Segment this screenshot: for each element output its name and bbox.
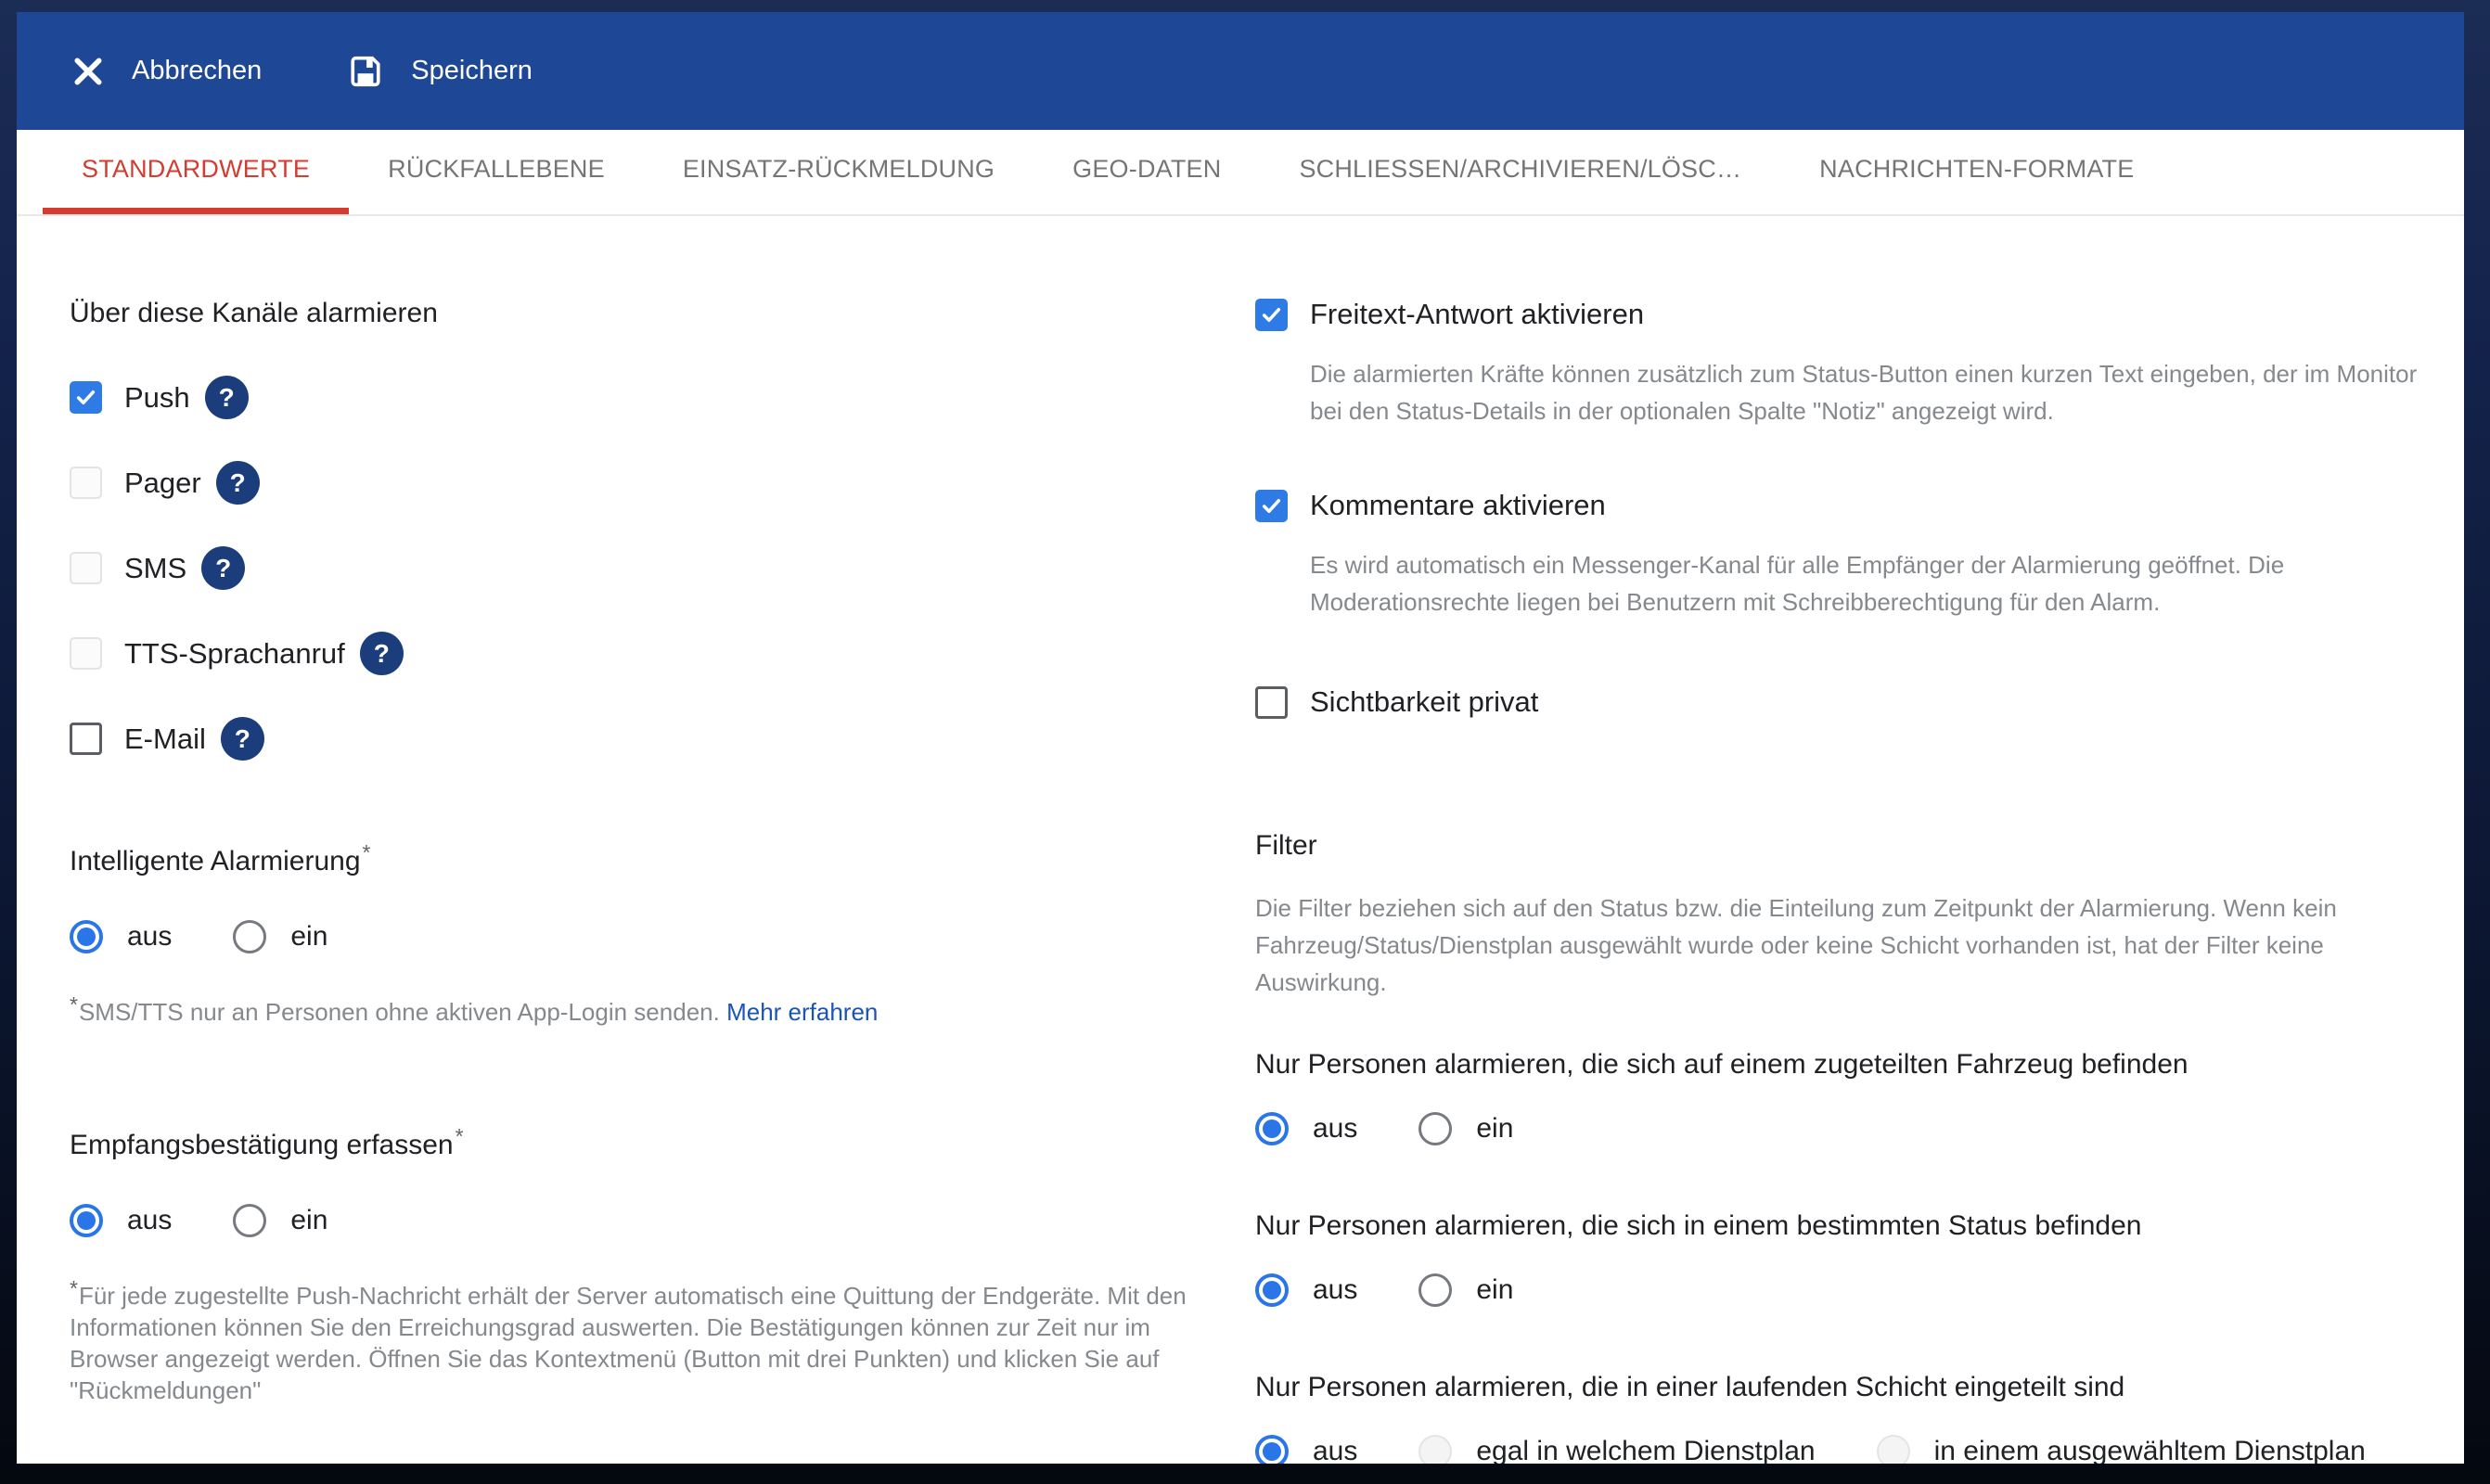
tab-einsatz-rueckmeldung[interactable]: EINSATZ-RÜCKMELDUNG <box>644 130 1033 214</box>
freitext-description: Die alarmierten Kräfte können zusätzlich… <box>1310 355 2422 429</box>
close-icon <box>70 53 107 90</box>
filter-shift-aus-label[interactable]: aus <box>1313 1436 1357 1464</box>
filter-status-radio-group: aus ein <box>1255 1273 2422 1307</box>
filter-heading: Filter <box>1255 830 2422 862</box>
filter-shift-selected-plan-radio[interactable] <box>1877 1435 1910 1464</box>
tab-nachrichten-formate[interactable]: NACHRICHTEN-FORMATE <box>1780 130 2173 214</box>
filter-shift-any-plan-radio[interactable] <box>1418 1435 1452 1464</box>
push-help-icon[interactable]: ? <box>205 376 249 419</box>
receipt-footnote: *Für jede zugestellte Push-Nachricht erh… <box>70 1280 1187 1406</box>
receipt-heading-text: Empfangsbestätigung erfassen <box>70 1130 454 1160</box>
freitext-checkbox[interactable] <box>1255 299 1288 331</box>
filter-vehicle-aus-radio[interactable] <box>1255 1112 1289 1145</box>
cancel-button-label: Abbrechen <box>132 56 262 86</box>
comments-row: Kommentare aktivieren <box>1255 489 2422 522</box>
intelligent-footnote-text: SMS/TTS nur an Personen ohne aktiven App… <box>79 998 720 1026</box>
visibility-row: Sichtbarkeit privat <box>1255 685 2422 719</box>
receipt-heading: Empfangsbestätigung erfassen* <box>70 1130 1255 1161</box>
comments-checkbox[interactable] <box>1255 490 1288 522</box>
sms-checkbox-label[interactable]: SMS <box>124 552 186 585</box>
filter-vehicle-aus-label[interactable]: aus <box>1313 1113 1357 1145</box>
save-icon <box>345 51 386 92</box>
receipt-asterisk: * <box>456 1124 464 1148</box>
filter-vehicle-ein-label[interactable]: ein <box>1476 1113 1513 1145</box>
filter-status-aus-label[interactable]: aus <box>1313 1274 1357 1306</box>
channel-row-push: Push ? <box>70 376 1255 419</box>
toolbar: Abbrechen Speichern <box>17 12 2464 130</box>
intelligent-footnote: *SMS/TTS nur an Personen ohne aktiven Ap… <box>70 996 1187 1028</box>
pager-checkbox[interactable] <box>70 467 102 499</box>
left-column: Über diese Kanäle alarmieren Push ? Page… <box>17 216 1255 1464</box>
intelligent-aus-label[interactable]: aus <box>127 921 172 953</box>
push-checkbox[interactable] <box>70 381 102 414</box>
intelligent-alarm-heading: Intelligente Alarmierung* <box>70 846 1255 877</box>
filter-shift-aus-radio[interactable] <box>1255 1435 1289 1464</box>
filter-vehicle-ein-radio[interactable] <box>1418 1112 1452 1145</box>
filter-shift-question: Nur Personen alarmieren, die in einer la… <box>1255 1372 2422 1403</box>
channel-row-email: E-Mail ? <box>70 717 1255 761</box>
tab-geo-daten[interactable]: GEO-DATEN <box>1033 130 1260 214</box>
filter-description: Die Filter beziehen sich auf den Status … <box>1255 889 2401 1001</box>
channel-row-tts: TTS-Sprachanruf ? <box>70 632 1255 675</box>
receipt-ein-label[interactable]: ein <box>290 1205 327 1236</box>
intelligent-ein-label[interactable]: ein <box>290 921 327 953</box>
visibility-checkbox-label[interactable]: Sichtbarkeit privat <box>1310 685 1538 719</box>
cancel-button[interactable]: Abbrechen <box>70 53 262 90</box>
email-help-icon[interactable]: ? <box>221 717 264 761</box>
channels-heading: Über diese Kanäle alarmieren <box>70 298 1255 329</box>
tts-checkbox[interactable] <box>70 637 102 670</box>
filter-status-ein-radio[interactable] <box>1418 1273 1452 1307</box>
email-checkbox-label[interactable]: E-Mail <box>124 723 206 756</box>
channel-row-sms: SMS ? <box>70 546 1255 590</box>
tts-help-icon[interactable]: ? <box>360 632 404 675</box>
mehr-erfahren-link[interactable]: Mehr erfahren <box>726 998 878 1026</box>
tab-rueckfallebene[interactable]: RÜCKFALLEBENE <box>349 130 644 214</box>
freitext-row: Freitext-Antwort aktivieren <box>1255 298 2422 331</box>
tts-checkbox-label[interactable]: TTS-Sprachanruf <box>124 637 345 671</box>
filter-shift-radio-group: aus egal in welchem Dienstplan in einem … <box>1255 1435 2422 1464</box>
receipt-aus-radio[interactable] <box>70 1204 103 1237</box>
comments-description: Es wird automatisch ein Messenger-Kanal … <box>1310 546 2422 620</box>
receipt-ein-radio[interactable] <box>233 1204 266 1237</box>
intelligent-aus-radio[interactable] <box>70 920 103 953</box>
settings-content: Über diese Kanäle alarmieren Push ? Page… <box>17 216 2464 1464</box>
sms-help-icon[interactable]: ? <box>201 546 245 590</box>
comments-checkbox-label[interactable]: Kommentare aktivieren <box>1310 489 1606 522</box>
save-button-label: Speichern <box>411 56 533 86</box>
channel-row-pager: Pager ? <box>70 461 1255 505</box>
sms-checkbox[interactable] <box>70 552 102 584</box>
tab-standardwerte[interactable]: STANDARDWERTE <box>43 130 349 214</box>
pager-help-icon[interactable]: ? <box>216 461 260 505</box>
visibility-checkbox[interactable] <box>1255 686 1288 719</box>
intelligent-ein-radio[interactable] <box>233 920 266 953</box>
email-checkbox[interactable] <box>70 723 102 755</box>
filter-shift-any-plan-label[interactable]: egal in welchem Dienstplan <box>1476 1436 1815 1464</box>
filter-status-ein-label[interactable]: ein <box>1476 1274 1513 1306</box>
filter-vehicle-radio-group: aus ein <box>1255 1112 2422 1145</box>
freitext-checkbox-label[interactable]: Freitext-Antwort aktivieren <box>1310 298 1644 331</box>
push-checkbox-label[interactable]: Push <box>124 381 190 415</box>
save-button[interactable]: Speichern <box>345 51 533 92</box>
receipt-footnote-text: Für jede zugestellte Push-Nachricht erhä… <box>70 1282 1187 1404</box>
intelligent-alarm-asterisk: * <box>363 840 371 864</box>
receipt-radio-group: aus ein <box>70 1204 1255 1237</box>
tab-bar: STANDARDWERTE RÜCKFALLEBENE EINSATZ-RÜCK… <box>17 130 2464 216</box>
intelligent-alarm-heading-text: Intelligente Alarmierung <box>70 846 361 876</box>
filter-status-aus-radio[interactable] <box>1255 1273 1289 1307</box>
intelligent-alarm-radio-group: aus ein <box>70 920 1255 953</box>
filter-shift-selected-plan-label[interactable]: in einem ausgewähltem Dienstplan <box>1934 1436 2366 1464</box>
pager-checkbox-label[interactable]: Pager <box>124 467 201 500</box>
right-column: Freitext-Antwort aktivieren Die alarmier… <box>1255 216 2464 1464</box>
filter-vehicle-question: Nur Personen alarmieren, die sich auf ei… <box>1255 1049 2422 1081</box>
receipt-aus-label[interactable]: aus <box>127 1205 172 1236</box>
tab-schliessen-archivieren-loeschen[interactable]: SCHLIESSEN/ARCHIVIEREN/LÖSC… <box>1260 130 1780 214</box>
alarm-settings-window: Abbrechen Speichern STANDARDWERTE RÜCKFA… <box>17 12 2464 1464</box>
footnote-asterisk: * <box>70 992 78 1017</box>
filter-status-question: Nur Personen alarmieren, die sich in ein… <box>1255 1210 2422 1242</box>
footnote-asterisk: * <box>70 1276 78 1300</box>
